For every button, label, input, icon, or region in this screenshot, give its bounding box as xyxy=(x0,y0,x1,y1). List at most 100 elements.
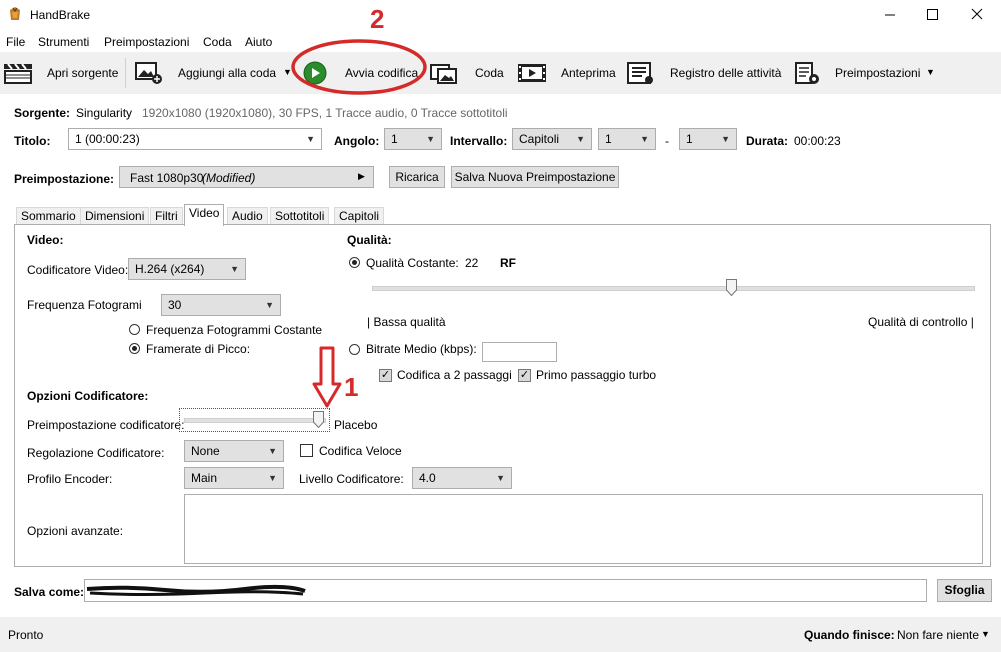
quality-slider-track xyxy=(372,286,975,291)
constant-quality-label: Qualità Costante: xyxy=(366,256,459,270)
save-new-preset-button[interactable]: Salva Nuova Preimpostazione xyxy=(451,166,619,188)
minimize-button[interactable] xyxy=(870,0,910,30)
add-image-icon xyxy=(134,61,162,85)
encoder-profile-select[interactable]: Main ▼ xyxy=(184,467,284,489)
clapperboard-icon xyxy=(3,61,32,85)
save-new-preset-label: Salva Nuova Preimpostazione xyxy=(454,170,616,184)
tab-dimensions[interactable]: Dimensioni xyxy=(80,207,150,225)
activity-log-button[interactable]: Registro delle attività xyxy=(626,58,786,88)
title-label: Titolo: xyxy=(14,134,51,148)
tab-audio[interactable]: Audio xyxy=(227,207,268,225)
chevron-down-icon: ▼ xyxy=(640,134,649,144)
source-label: Sorgente: xyxy=(14,106,71,120)
open-source-label: Apri sorgente xyxy=(47,66,119,80)
activity-log-icon xyxy=(626,61,654,85)
rf-value: 22 xyxy=(465,256,479,270)
annotation-number-1: 1 xyxy=(344,372,359,402)
open-source-button[interactable]: Apri sorgente xyxy=(2,58,122,88)
range-from-select[interactable]: 1 ▼ xyxy=(598,128,656,150)
encoder-tune-select[interactable]: None ▼ xyxy=(184,440,284,462)
close-button[interactable] xyxy=(957,0,997,30)
encoder-preset-thumb[interactable] xyxy=(313,411,324,429)
title-select[interactable]: 1 (00:00:23) ▼ xyxy=(68,128,322,150)
video-encoder-value: H.264 (x264) xyxy=(135,262,205,276)
menu-presets[interactable]: Preimpostazioni xyxy=(104,35,189,49)
queue-button[interactable]: Coda xyxy=(430,58,510,88)
framerate-select[interactable]: 30 ▼ xyxy=(161,294,281,316)
add-to-queue-button[interactable]: Aggiungi alla coda ▼ xyxy=(132,58,292,88)
tab-subtitles[interactable]: Sottotitoli xyxy=(270,207,330,225)
encoder-options-heading: Opzioni Codificatore: xyxy=(27,389,149,403)
peak-framerate-radio[interactable] xyxy=(129,343,140,354)
tab-video[interactable]: Video xyxy=(184,204,225,226)
preset-modified: (Modified) xyxy=(202,171,256,185)
encoder-profile-value: Main xyxy=(191,471,218,485)
menu-bar: File Strumenti Preimpostazioni Coda Aiut… xyxy=(0,30,1001,52)
chevron-down-icon: ▼ xyxy=(268,446,277,456)
range-to-value: 1 xyxy=(686,132,693,146)
encoder-preset-slider[interactable] xyxy=(179,408,330,432)
quality-heading: Qualità: xyxy=(347,233,392,247)
two-pass-label: Codifica a 2 passaggi xyxy=(397,368,512,382)
quality-slider[interactable] xyxy=(372,278,975,298)
video-encoder-label: Codificatore Video: xyxy=(27,263,129,277)
two-pass-checkbox[interactable]: ✓ xyxy=(379,369,392,382)
menu-tools[interactable]: Strumenti xyxy=(38,35,89,49)
chevron-down-icon: ▼ xyxy=(268,473,277,483)
rf-unit: RF xyxy=(500,256,516,270)
add-to-queue-label: Aggiungi alla coda xyxy=(178,66,277,80)
quality-slider-thumb[interactable] xyxy=(726,279,737,297)
reload-button[interactable]: Ricarica xyxy=(389,166,445,188)
turbo-first-pass-checkbox[interactable]: ✓ xyxy=(518,369,531,382)
when-done-label: Quando finisce: xyxy=(804,628,895,642)
toolbar-separator xyxy=(125,58,126,88)
angle-select[interactable]: 1 ▼ xyxy=(384,128,442,150)
when-done-value[interactable]: Non fare niente xyxy=(897,628,979,642)
encoder-preset-value: Placebo xyxy=(334,418,378,432)
chevron-right-icon: ▶ xyxy=(358,171,365,181)
encoder-level-select[interactable]: 4.0 ▼ xyxy=(412,467,512,489)
tab-summary[interactable]: Sommario xyxy=(16,207,81,225)
range-mode-select[interactable]: Capitoli ▼ xyxy=(512,128,592,150)
preset-label: Preimpostazione: xyxy=(14,172,115,186)
browse-button[interactable]: Sfoglia xyxy=(937,579,992,602)
presets-dropdown-icon[interactable]: ▼ xyxy=(926,67,935,77)
bitrate-input[interactable] xyxy=(482,342,557,362)
turbo-first-pass-label: Primo passaggio turbo xyxy=(536,368,657,382)
menu-file[interactable]: File xyxy=(6,35,25,49)
preset-selector[interactable]: Fast 1080p30 (Modified) ▶ xyxy=(119,166,374,188)
encoder-tune-label: Regolazione Codificatore: xyxy=(27,446,165,460)
presets-button[interactable]: Preimpostazioni ▼ xyxy=(794,58,944,88)
advanced-options-textarea[interactable] xyxy=(184,494,983,564)
source-info: 1920x1080 (1920x1080), 30 FPS, 1 Tracce … xyxy=(142,106,508,120)
encoder-level-value: 4.0 xyxy=(419,471,436,485)
annotation-ellipse xyxy=(290,38,428,96)
handbrake-logo-icon xyxy=(7,6,23,22)
status-bar: Pronto Quando finisce: Non fare niente ▼ xyxy=(0,617,1001,652)
source-name: Singularity xyxy=(76,106,133,120)
angle-label: Angolo: xyxy=(334,134,380,148)
average-bitrate-radio[interactable] xyxy=(349,344,360,355)
angle-select-value: 1 xyxy=(391,132,398,146)
maximize-button[interactable] xyxy=(912,0,952,30)
menu-queue[interactable]: Coda xyxy=(203,35,232,49)
constant-quality-radio[interactable] xyxy=(349,257,360,268)
save-path-input[interactable] xyxy=(84,579,927,602)
video-encoder-select[interactable]: H.264 (x264) ▼ xyxy=(128,258,246,280)
when-done-dropdown-icon[interactable]: ▼ xyxy=(981,629,990,639)
chevron-down-icon: ▼ xyxy=(230,264,239,274)
fast-decode-checkbox[interactable] xyxy=(300,444,313,457)
tab-chapters[interactable]: Capitoli xyxy=(334,207,385,225)
constant-framerate-radio[interactable] xyxy=(129,324,140,335)
annotation-arrow xyxy=(312,346,342,408)
high-quality-label: Qualità di controllo | xyxy=(868,315,974,329)
chevron-down-icon: ▼ xyxy=(576,134,585,144)
preview-button[interactable]: Anteprima xyxy=(517,58,617,88)
tab-filters[interactable]: Filtri xyxy=(150,207,183,225)
duration-value: 00:00:23 xyxy=(794,134,841,148)
menu-help[interactable]: Aiuto xyxy=(245,35,272,49)
video-heading: Video: xyxy=(27,233,64,247)
chevron-down-icon: ▼ xyxy=(306,134,315,144)
low-quality-label: | Bassa qualità xyxy=(367,315,446,329)
range-to-select[interactable]: 1 ▼ xyxy=(679,128,737,150)
